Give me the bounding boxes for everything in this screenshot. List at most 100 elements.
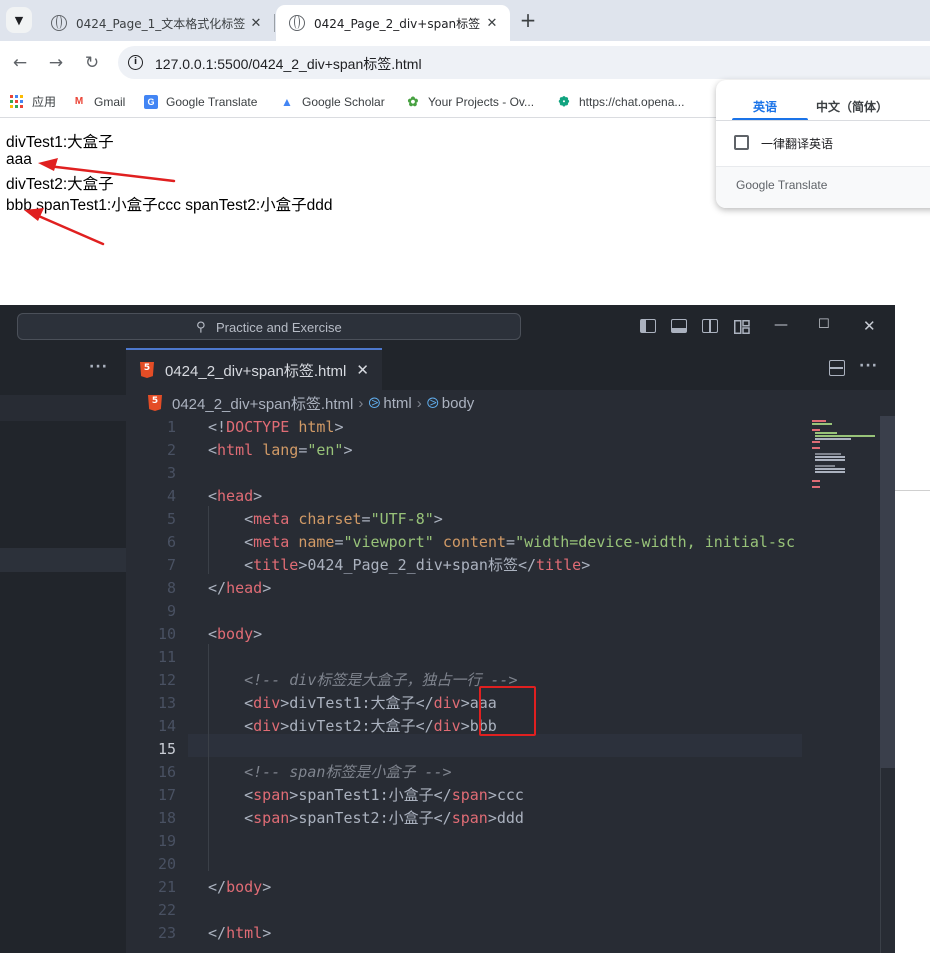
line-number: 22 bbox=[157, 901, 176, 919]
line-number: 8 bbox=[166, 579, 176, 597]
sidebar-selected-item[interactable] bbox=[0, 548, 126, 572]
page-line-divtest1: divTest1:大盒子 bbox=[6, 134, 114, 151]
symbol-element-icon: ⧁ bbox=[368, 394, 381, 412]
code-line: <div>divTest2:大盒子</div>bbb bbox=[244, 717, 497, 735]
page-line-divtest2: divTest2:大盒子 bbox=[6, 176, 114, 193]
code-line: </head> bbox=[208, 579, 272, 597]
site-info-icon[interactable]: i bbox=[128, 55, 143, 70]
translate-tab-english[interactable]: 英语 bbox=[753, 98, 777, 115]
toggle-primary-sidebar-icon[interactable] bbox=[640, 319, 656, 333]
browser-tab-strip: ▼ 0424_Page_1_文本格式化标签 ✕ 0424_Page_2_div+… bbox=[0, 0, 930, 41]
vscode-window: ⚲ Practice and Exercise — ☐ ✕ ··· 5 0424… bbox=[0, 305, 895, 953]
apps-grid-icon bbox=[10, 94, 24, 109]
globe-icon bbox=[51, 15, 67, 31]
bookmark-overleaf[interactable]: ✿ Your Projects - Ov... bbox=[406, 93, 535, 110]
vscode-titlebar: ⚲ Practice and Exercise — ☐ ✕ bbox=[0, 305, 895, 348]
line-number: 12 bbox=[157, 671, 176, 689]
code-line: <meta charset="UTF-8"> bbox=[244, 510, 443, 528]
page-line-aaa: aaa bbox=[6, 151, 32, 168]
bookmark-google-translate[interactable]: G Google Translate bbox=[144, 93, 257, 110]
code-editor[interactable]: <!DOCTYPE html> <html lang="en"> <head> … bbox=[188, 416, 802, 953]
line-number: 14 bbox=[157, 717, 176, 735]
bookmark-apps[interactable]: 应用 bbox=[10, 93, 56, 110]
close-icon[interactable]: ✕ bbox=[356, 361, 369, 379]
line-number: 16 bbox=[157, 763, 176, 781]
breadcrumb-html[interactable]: html bbox=[383, 395, 411, 412]
reload-icon[interactable]: ↻ bbox=[79, 50, 105, 76]
bookmark-label: Your Projects - Ov... bbox=[428, 94, 535, 109]
openai-icon: ❁ bbox=[558, 93, 570, 109]
minimize-icon[interactable]: — bbox=[774, 317, 788, 333]
line-number: 2 bbox=[166, 441, 176, 459]
browser-tab-page1[interactable]: 0424_Page_1_文本格式化标签 ✕ bbox=[38, 5, 274, 41]
google-translate-logo: Google Translate bbox=[736, 178, 828, 192]
line-number: 7 bbox=[166, 556, 176, 574]
code-line: <span>spanTest2:小盒子</span>ddd bbox=[244, 809, 524, 827]
close-window-icon[interactable]: ✕ bbox=[863, 317, 876, 335]
command-center-text: Practice and Exercise bbox=[216, 320, 342, 335]
back-arrow-icon[interactable]: ← bbox=[7, 50, 33, 76]
toggle-panel-icon[interactable] bbox=[671, 319, 687, 333]
always-translate-label: 一律翻译英语 bbox=[761, 137, 834, 151]
translate-tab-chinese[interactable]: 中文（简体） bbox=[816, 98, 888, 115]
editor-tab-html-file[interactable]: 5 0424_2_div+span标签.html ✕ bbox=[126, 348, 382, 390]
split-editor-icon[interactable] bbox=[829, 360, 845, 376]
tab-title: 0424_Page_1_文本格式化标签 bbox=[76, 16, 246, 31]
bookmark-label: Gmail bbox=[94, 94, 126, 109]
close-icon[interactable]: ✕ bbox=[246, 13, 266, 33]
breadcrumb-file[interactable]: 0424_2_div+span标签.html bbox=[172, 393, 353, 414]
divider bbox=[716, 120, 930, 121]
code-line: <!-- span标签是小盒子 --> bbox=[244, 763, 452, 781]
code-line: <!-- div标签是大盒子，独占一行 --> bbox=[244, 671, 518, 689]
line-number: 11 bbox=[157, 648, 176, 666]
editor-tab-bar: 5 0424_2_div+span标签.html ✕ ··· bbox=[126, 348, 895, 390]
close-icon[interactable]: ✕ bbox=[482, 13, 502, 33]
google-scholar-icon: ▲ bbox=[281, 94, 293, 109]
more-actions-icon[interactable]: ··· bbox=[89, 359, 108, 375]
line-number: 5 bbox=[166, 510, 176, 528]
line-number: 15 bbox=[157, 740, 176, 758]
line-number: 6 bbox=[166, 533, 176, 551]
new-tab-plus-icon[interactable]: + bbox=[516, 8, 540, 32]
html5-file-icon: 5 bbox=[148, 395, 162, 411]
line-number: 1 bbox=[166, 418, 176, 436]
forward-arrow-icon[interactable]: → bbox=[43, 50, 69, 76]
tab-search-chevron-icon[interactable]: ▼ bbox=[6, 7, 32, 33]
line-number: 20 bbox=[157, 855, 176, 873]
more-actions-icon[interactable]: ··· bbox=[859, 358, 878, 374]
editor-tab-title: 0424_2_div+span标签.html bbox=[165, 362, 347, 380]
line-number: 21 bbox=[157, 878, 176, 896]
address-bar[interactable]: i 127.0.0.1:5500/0424_2_div+span标签.html bbox=[118, 46, 930, 79]
scrollbar-thumb[interactable] bbox=[880, 416, 895, 768]
bookmark-label: https://chat.opena... bbox=[579, 94, 685, 109]
url-text: 127.0.0.1:5500/0424_2_div+span标签.html bbox=[155, 56, 422, 72]
line-number: 3 bbox=[166, 464, 176, 482]
code-line: <meta name="viewport" content="width=dev… bbox=[244, 533, 796, 551]
bookmark-google-scholar[interactable]: ▲ Google Scholar bbox=[280, 93, 385, 110]
code-line: </body> bbox=[208, 878, 272, 896]
maximize-icon[interactable]: ☐ bbox=[818, 317, 830, 332]
explorer-sidebar: ··· bbox=[0, 348, 126, 953]
browser-tab-page2[interactable]: 0424_Page_2_div+span标签 ✕ bbox=[276, 5, 510, 41]
always-translate-checkbox[interactable] bbox=[734, 135, 749, 150]
bookmark-gmail[interactable]: M Gmail bbox=[72, 93, 126, 110]
line-number: 19 bbox=[157, 832, 176, 850]
search-icon: ⚲ bbox=[196, 320, 206, 335]
breadcrumb-body[interactable]: body bbox=[442, 395, 475, 412]
line-number: 18 bbox=[157, 809, 176, 827]
toggle-secondary-sidebar-icon[interactable] bbox=[702, 319, 718, 333]
breadcrumb: 5 0424_2_div+span标签.html › ⧁ html › ⧁ bo… bbox=[126, 390, 895, 416]
line-number: 10 bbox=[157, 625, 176, 643]
code-line: <html lang="en"> bbox=[208, 441, 353, 459]
line-number: 17 bbox=[157, 786, 176, 804]
bookmark-chatgpt[interactable]: ❁ https://chat.opena... bbox=[557, 93, 685, 110]
line-number: 13 bbox=[157, 694, 176, 712]
bookmark-label: Google Translate bbox=[166, 94, 258, 109]
globe-icon bbox=[289, 15, 305, 31]
code-line: <head> bbox=[208, 487, 263, 505]
customize-layout-icon[interactable] bbox=[734, 319, 750, 334]
line-number: 23 bbox=[157, 924, 176, 942]
page-line-bbb-spans: bbb spanTest1:小盒子ccc spanTest2:小盒子ddd bbox=[6, 197, 333, 214]
minimap[interactable] bbox=[802, 416, 880, 953]
command-center-search[interactable]: ⚲ Practice and Exercise bbox=[17, 313, 521, 340]
